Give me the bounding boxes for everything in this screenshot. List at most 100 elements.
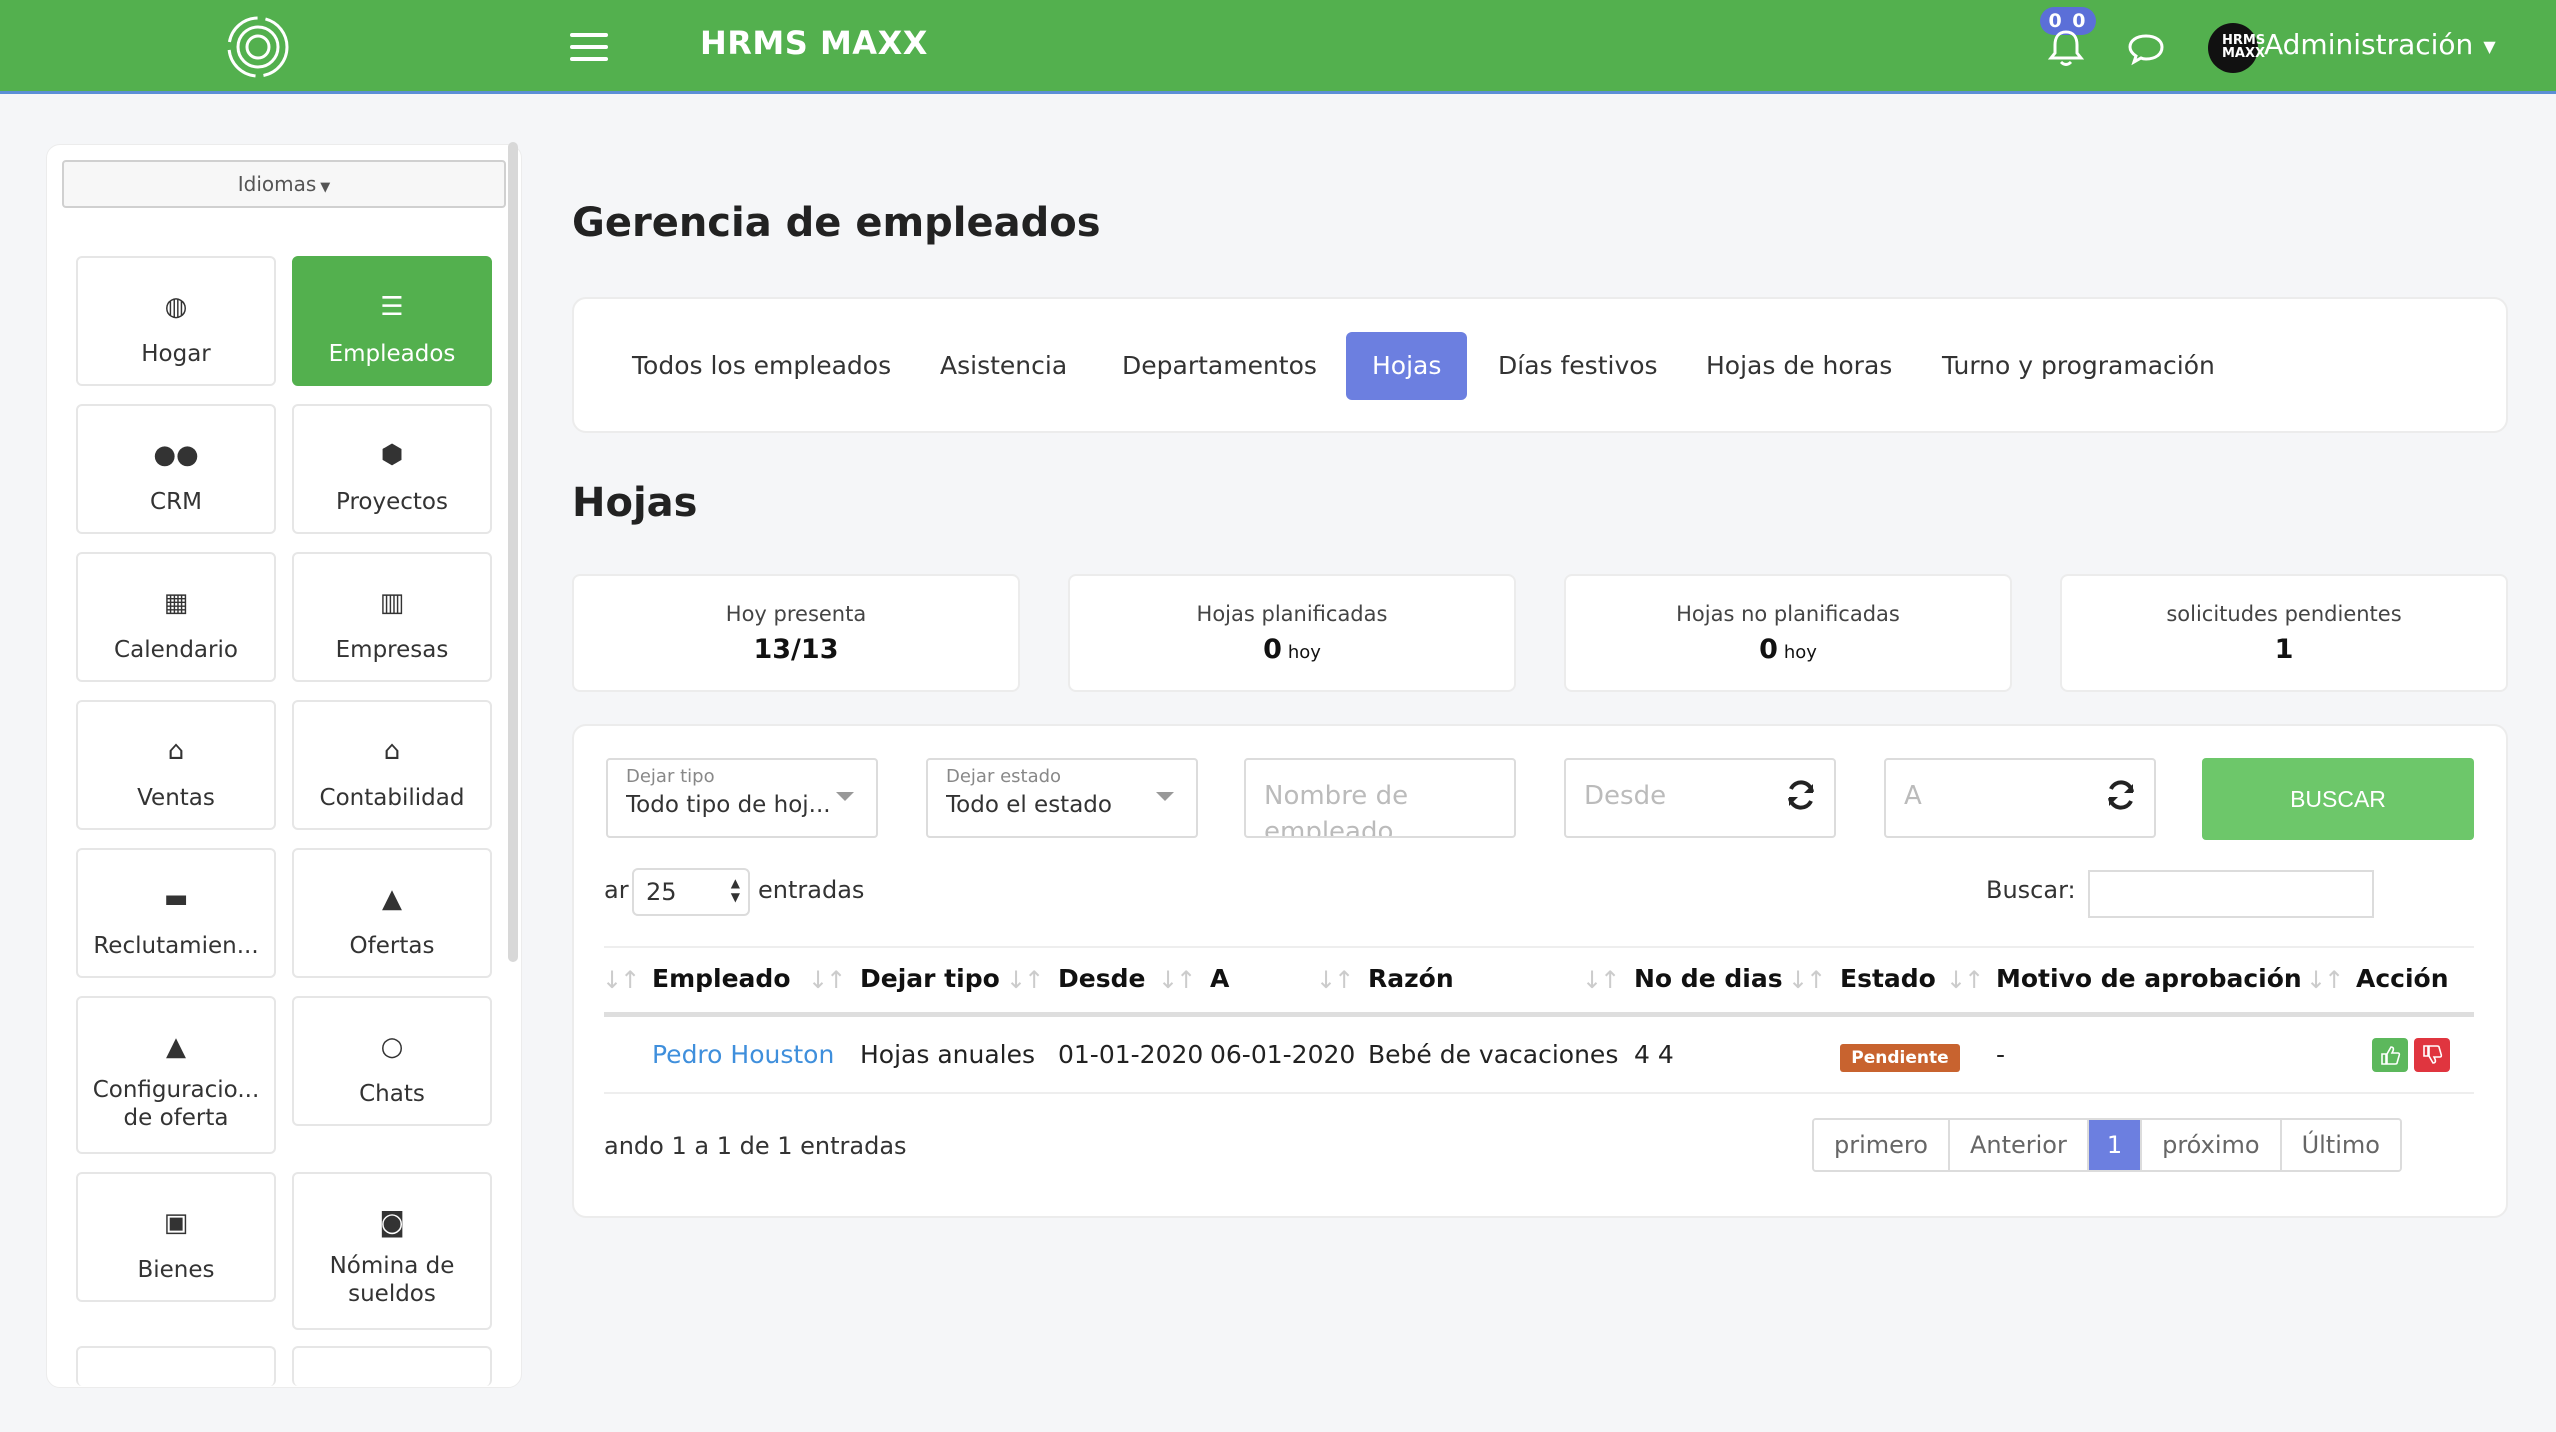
sort-icon[interactable]: ↓↑ (1946, 966, 1984, 994)
leave-type-select[interactable]: Dejar tipo Todo tipo de hoj... (606, 758, 878, 838)
stat-card-hojas-no-planificadas: Hojas no planificadas 0 hoy (1564, 574, 2012, 692)
reject-button[interactable] (2414, 1038, 2450, 1072)
page-title: Gerencia de empleados (572, 200, 1101, 246)
stat-title: solicitudes pendientes (2166, 602, 2402, 626)
tab-turno-programacion[interactable]: Turno y programación (1940, 332, 2217, 400)
dashboard-icon: ◍ (164, 292, 188, 322)
app-logo-icon[interactable] (220, 14, 296, 80)
page-size-value: 25 (646, 878, 677, 906)
cell-days: 4 4 (1634, 1040, 1674, 1069)
stat-card-hoy-presenta: Hoy presenta 13/13 (572, 574, 1020, 692)
table-search-input[interactable] (2088, 870, 2374, 918)
graduation-cap-icon: ▲ (382, 884, 402, 914)
column-header-razon[interactable]: Razón (1368, 964, 1454, 993)
user-menu-label: Administración (2264, 28, 2474, 61)
bank-icon: ⌂ (383, 736, 401, 766)
column-header-desde[interactable]: Desde (1058, 964, 1145, 993)
leave-status-select[interactable]: Dejar estado Todo el estado (926, 758, 1198, 838)
tab-dias-festivos[interactable]: Días festivos (1496, 332, 1660, 400)
user-menu[interactable]: Administración ▼ (2264, 28, 2496, 61)
page-size-select[interactable]: 25 ▲ ▼ (632, 868, 750, 916)
sidebar-item-proyectos[interactable]: ⬢ Proyectos (292, 404, 492, 534)
pagination-first[interactable]: primero (1814, 1120, 1950, 1170)
column-header-dejar-tipo[interactable]: Dejar tipo (860, 964, 1000, 993)
cell-approval-reason: - (1996, 1040, 2006, 1069)
sort-icon[interactable]: ↓↑ (1582, 966, 1620, 994)
column-header-a[interactable]: A (1210, 964, 1229, 993)
stat-value: 0 hoy (1566, 634, 2010, 665)
column-header-no-de-dias[interactable]: No de dias (1634, 964, 1783, 993)
sidebar-item-bienes[interactable]: ▣ Bienes (76, 1172, 276, 1302)
table-search-label: Buscar: (1986, 876, 2076, 904)
stat-title: Hojas planificadas (1196, 602, 1388, 626)
column-header-empleado[interactable]: Empleado (652, 964, 791, 993)
sidebar-item-label: Calendario (114, 637, 238, 663)
sidebar-item-ofertas[interactable]: ▲ Ofertas (292, 848, 492, 978)
sidebar-item-label: Nómina de sueldos (329, 1253, 455, 1307)
pagination-last[interactable]: Último (2281, 1120, 2400, 1170)
sort-icon[interactable]: ↓↑ (1316, 966, 1354, 994)
tab-todos-empleados[interactable]: Todos los empleados (630, 332, 893, 400)
sidebar-scrollbar[interactable] (508, 142, 518, 962)
bell-icon[interactable] (2044, 26, 2088, 70)
sort-icon[interactable]: ↓↑ (808, 966, 846, 994)
stat-suffix: hoy (1287, 642, 1321, 663)
stat-value: 1 (2062, 634, 2506, 665)
chat-icon[interactable] (2126, 28, 2166, 68)
sidebar-item-partial[interactable] (76, 1346, 276, 1386)
sort-icon[interactable]: ↓↑ (1788, 966, 1826, 994)
sort-icon[interactable]: ↓↑ (2306, 966, 2344, 994)
top-bar: HRMS MAXX 0 0 HRMS MAXX Administración ▼ (0, 0, 2556, 94)
menu-toggle-icon[interactable] (570, 33, 608, 61)
sidebar-item-label: Reclutamien... (93, 933, 259, 959)
pagination: primero Anterior 1 próximo Último (1812, 1118, 2402, 1172)
stat-card-solicitudes-pendientes: solicitudes pendientes 1 (2060, 574, 2508, 692)
search-button[interactable]: BUSCAR (2202, 758, 2474, 840)
stat-number: 13/13 (753, 634, 839, 665)
cell-leave-type: Hojas anuales (860, 1040, 1036, 1069)
column-header-motivo-aprobacion[interactable]: Motivo de aprobación (1996, 964, 2302, 993)
employee-link[interactable]: Pedro Houston (652, 1040, 834, 1069)
sidebar-item-reclutamiento[interactable]: ▬ Reclutamien... (76, 848, 276, 978)
column-header-accion: Acción (2356, 964, 2449, 993)
table-header-border (604, 1012, 2474, 1017)
language-dropdown[interactable]: Idiomas ▼ (62, 160, 506, 208)
tab-hojas[interactable]: Hojas (1346, 332, 1468, 400)
sidebar-item-chats[interactable]: ○ Chats (292, 996, 492, 1126)
pagination-current-page[interactable]: 1 (2088, 1120, 2143, 1170)
column-header-estado[interactable]: Estado (1840, 964, 1936, 993)
stat-title: Hoy presenta (725, 602, 867, 626)
sort-icon[interactable]: ↓↑ (1006, 966, 1044, 994)
cell-to: 06-01-2020 (1210, 1040, 1356, 1069)
briefcase-icon: ▬ (163, 884, 189, 914)
avatar[interactable]: HRMS MAXX (2208, 23, 2265, 73)
sidebar-item-hogar[interactable]: ◍ Hogar (76, 256, 276, 386)
refresh-icon[interactable] (1784, 778, 1818, 812)
pagination-previous[interactable]: Anterior (1949, 1120, 2089, 1170)
sidebar-item-nomina[interactable]: ◙ Nómina de sueldos (292, 1172, 492, 1330)
sidebar-item-label: CRM (150, 489, 202, 515)
tab-asistencia[interactable]: Asistencia (938, 332, 1069, 400)
sidebar-item-ventas[interactable]: ⌂ Ventas (76, 700, 276, 830)
sort-icon[interactable]: ↓↑ (1158, 966, 1196, 994)
stat-value: 0 hoy (1070, 634, 1514, 665)
pagination-next[interactable]: próximo (2142, 1120, 2282, 1170)
approve-button[interactable] (2372, 1038, 2408, 1072)
sidebar-item-label: Ofertas (349, 933, 435, 959)
sort-icon[interactable]: ↓↑ (602, 966, 640, 994)
sidebar-item-partial[interactable] (292, 1346, 492, 1386)
tab-hojas-de-horas[interactable]: Hojas de horas (1704, 332, 1894, 400)
sidebar-item-empresas[interactable]: ▥ Empresas (292, 552, 492, 682)
tab-departamentos[interactable]: Departamentos (1120, 332, 1319, 400)
language-label: Idiomas (237, 172, 317, 196)
sidebar-item-empleados[interactable]: ☰ Empleados (292, 256, 492, 386)
entries-label: entradas (758, 876, 865, 904)
sidebar-item-contabilidad[interactable]: ⌂ Contabilidad (292, 700, 492, 830)
employee-name-input[interactable]: Nombre de empleado (1244, 758, 1516, 838)
sidebar-item-crm[interactable]: ●● CRM (76, 404, 276, 534)
sidebar-item-configuracion-oferta[interactable]: ▲ Configuracio... de oferta (76, 996, 276, 1154)
users-icon: ●● (153, 440, 199, 470)
sidebar-item-calendario[interactable]: ▦ Calendario (76, 552, 276, 682)
stat-number: 1 (2274, 634, 2294, 665)
refresh-icon[interactable] (2104, 778, 2138, 812)
